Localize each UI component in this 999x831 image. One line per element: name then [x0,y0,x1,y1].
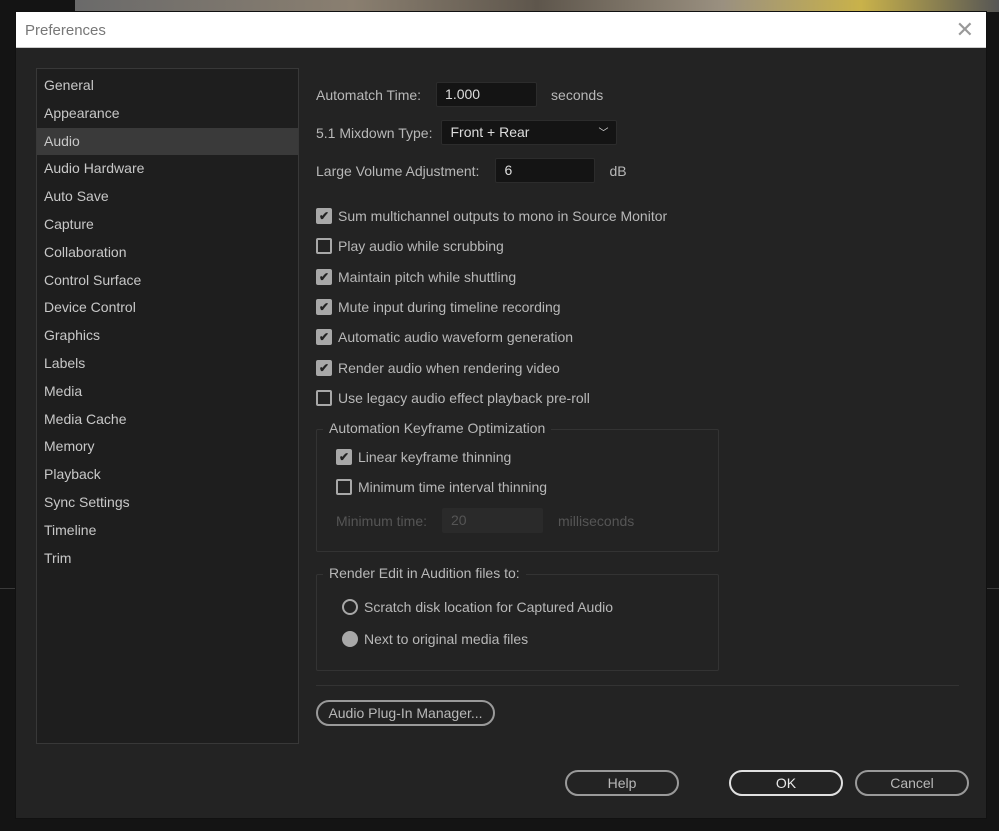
volume-unit: dB [609,162,627,179]
preferences-dialog: Preferences ✕ General Appearance Audio Audi… [15,11,987,819]
checkbox-label: Use legacy audio effect playback pre-rol… [338,389,590,406]
automatch-input[interactable]: 1.000 [436,82,538,107]
checkbox-label: Sum multichannel outputs to mono in Sour… [338,208,668,224]
keyframe-group-title: Automation Keyframe Optimization [323,420,552,436]
sidebar-item-appearance[interactable]: Appearance [37,100,298,128]
mixdown-select[interactable]: Front + Rear ﹀ [441,120,618,145]
checkbox-label: Mute input during timeline recording [338,298,561,315]
automatch-unit: seconds [551,86,604,103]
sidebar-item-labels[interactable]: Labels [37,350,298,378]
radio-icon [342,631,358,647]
checkbox-label: Linear keyframe thinning [358,449,512,465]
min-time-unit: milliseconds [558,512,635,529]
audio-option-checkbox[interactable]: ✔ Maintain pitch while shuttling [316,268,517,285]
sidebar-item-playback[interactable]: Playback [37,461,298,489]
radio-next-to-original[interactable]: Next to original media files [342,631,528,647]
audio-option-checkbox[interactable]: Play audio while scrubbing [316,238,504,255]
min-time-input: 20 [442,508,544,533]
checkbox-icon: ✔ [316,298,332,315]
render-group-title: Render Edit in Audition files to: [323,565,526,581]
title-bar: Preferences ✕ [16,12,986,48]
sidebar-item-device-control[interactable]: Device Control [37,294,298,322]
min-time-label: Minimum time: [336,512,428,529]
audio-plugin-manager-button[interactable]: Audio Plug-In Manager... [316,700,495,726]
radio-icon [342,599,358,615]
radio-label: Scratch disk location for Captured Audio [364,599,614,615]
keyframe-group: Automation Keyframe Optimization ✔ Linea… [316,420,719,552]
sidebar-item-capture[interactable]: Capture [37,211,298,239]
checkbox-icon [316,238,332,255]
mixdown-label: 5.1 Mixdown Type: [316,124,433,141]
checkbox-icon [336,479,352,495]
audio-option-checkbox[interactable]: ✔ Sum multichannel outputs to mono in Sou… [316,208,667,224]
sidebar-item-general[interactable]: General [37,72,298,100]
checkbox-label: Minimum time interval thinning [358,479,548,495]
divider [316,685,959,686]
automatch-label: Automatch Time: [316,86,422,103]
sidebar-item-timeline[interactable]: Timeline [37,517,298,545]
radio-label: Next to original media files [364,631,529,647]
checkbox-label: Render audio when rendering video [338,359,560,376]
sidebar-item-graphics[interactable]: Graphics [37,322,298,350]
audio-option-checkbox[interactable]: ✔ Automatic audio waveform generation [316,329,574,346]
help-button[interactable]: Help [565,770,679,796]
audio-option-checkbox[interactable]: ✔ Mute input during timeline recording [316,298,561,315]
checkbox-icon: ✔ [316,359,332,376]
cancel-button[interactable]: Cancel [855,770,969,796]
sidebar-item-audio[interactable]: Audio [37,127,298,156]
audio-option-checkbox[interactable]: Use legacy audio effect playback pre-rol… [316,389,590,406]
checkbox-label: Automatic audio waveform generation [338,329,574,346]
checkbox-label: Play audio while scrubbing [338,238,504,255]
sidebar-item-audio-hardware[interactable]: Audio Hardware [37,155,298,183]
volume-input[interactable]: 6 [495,158,596,183]
sidebar-item-auto-save[interactable]: Auto Save [37,183,298,211]
sidebar-item-memory[interactable]: Memory [37,433,298,461]
linear-thinning-checkbox[interactable]: ✔ Linear keyframe thinning [336,449,511,465]
checkbox-icon: ✔ [316,329,332,346]
sidebar-item-control-surface[interactable]: Control Surface [37,267,298,295]
audio-option-checkbox[interactable]: ✔ Render audio when rendering video [316,359,560,376]
checkbox-icon [316,389,332,406]
sidebar-item-trim[interactable]: Trim [37,545,298,573]
radio-scratch-disk[interactable]: Scratch disk location for Captured Audio [342,599,613,615]
volume-label: Large Volume Adjustment: [316,162,480,179]
checkbox-icon: ✔ [316,268,332,285]
sidebar-item-collaboration[interactable]: Collaboration [37,239,298,267]
sidebar-item-media[interactable]: Media [37,378,298,406]
close-icon[interactable]: ✕ [956,17,974,43]
checkbox-icon: ✔ [336,449,352,465]
interval-thinning-checkbox[interactable]: Minimum time interval thinning [336,479,547,495]
sidebar-item-media-cache[interactable]: Media Cache [37,406,298,434]
sidebar-item-sync-settings[interactable]: Sync Settings [37,489,298,517]
dialog-title: Preferences [25,22,106,39]
checkbox-icon: ✔ [316,208,332,224]
render-group: Render Edit in Audition files to: Scratc… [316,565,719,671]
sidebar: General Appearance Audio Audio Hardware Auto… [36,68,299,744]
chevron-down-icon: ﹀ [598,128,609,139]
ok-button[interactable]: OK [729,770,843,796]
mixdown-value: Front + Rear [450,124,530,140]
checkbox-label: Maintain pitch while shuttling [338,268,517,285]
